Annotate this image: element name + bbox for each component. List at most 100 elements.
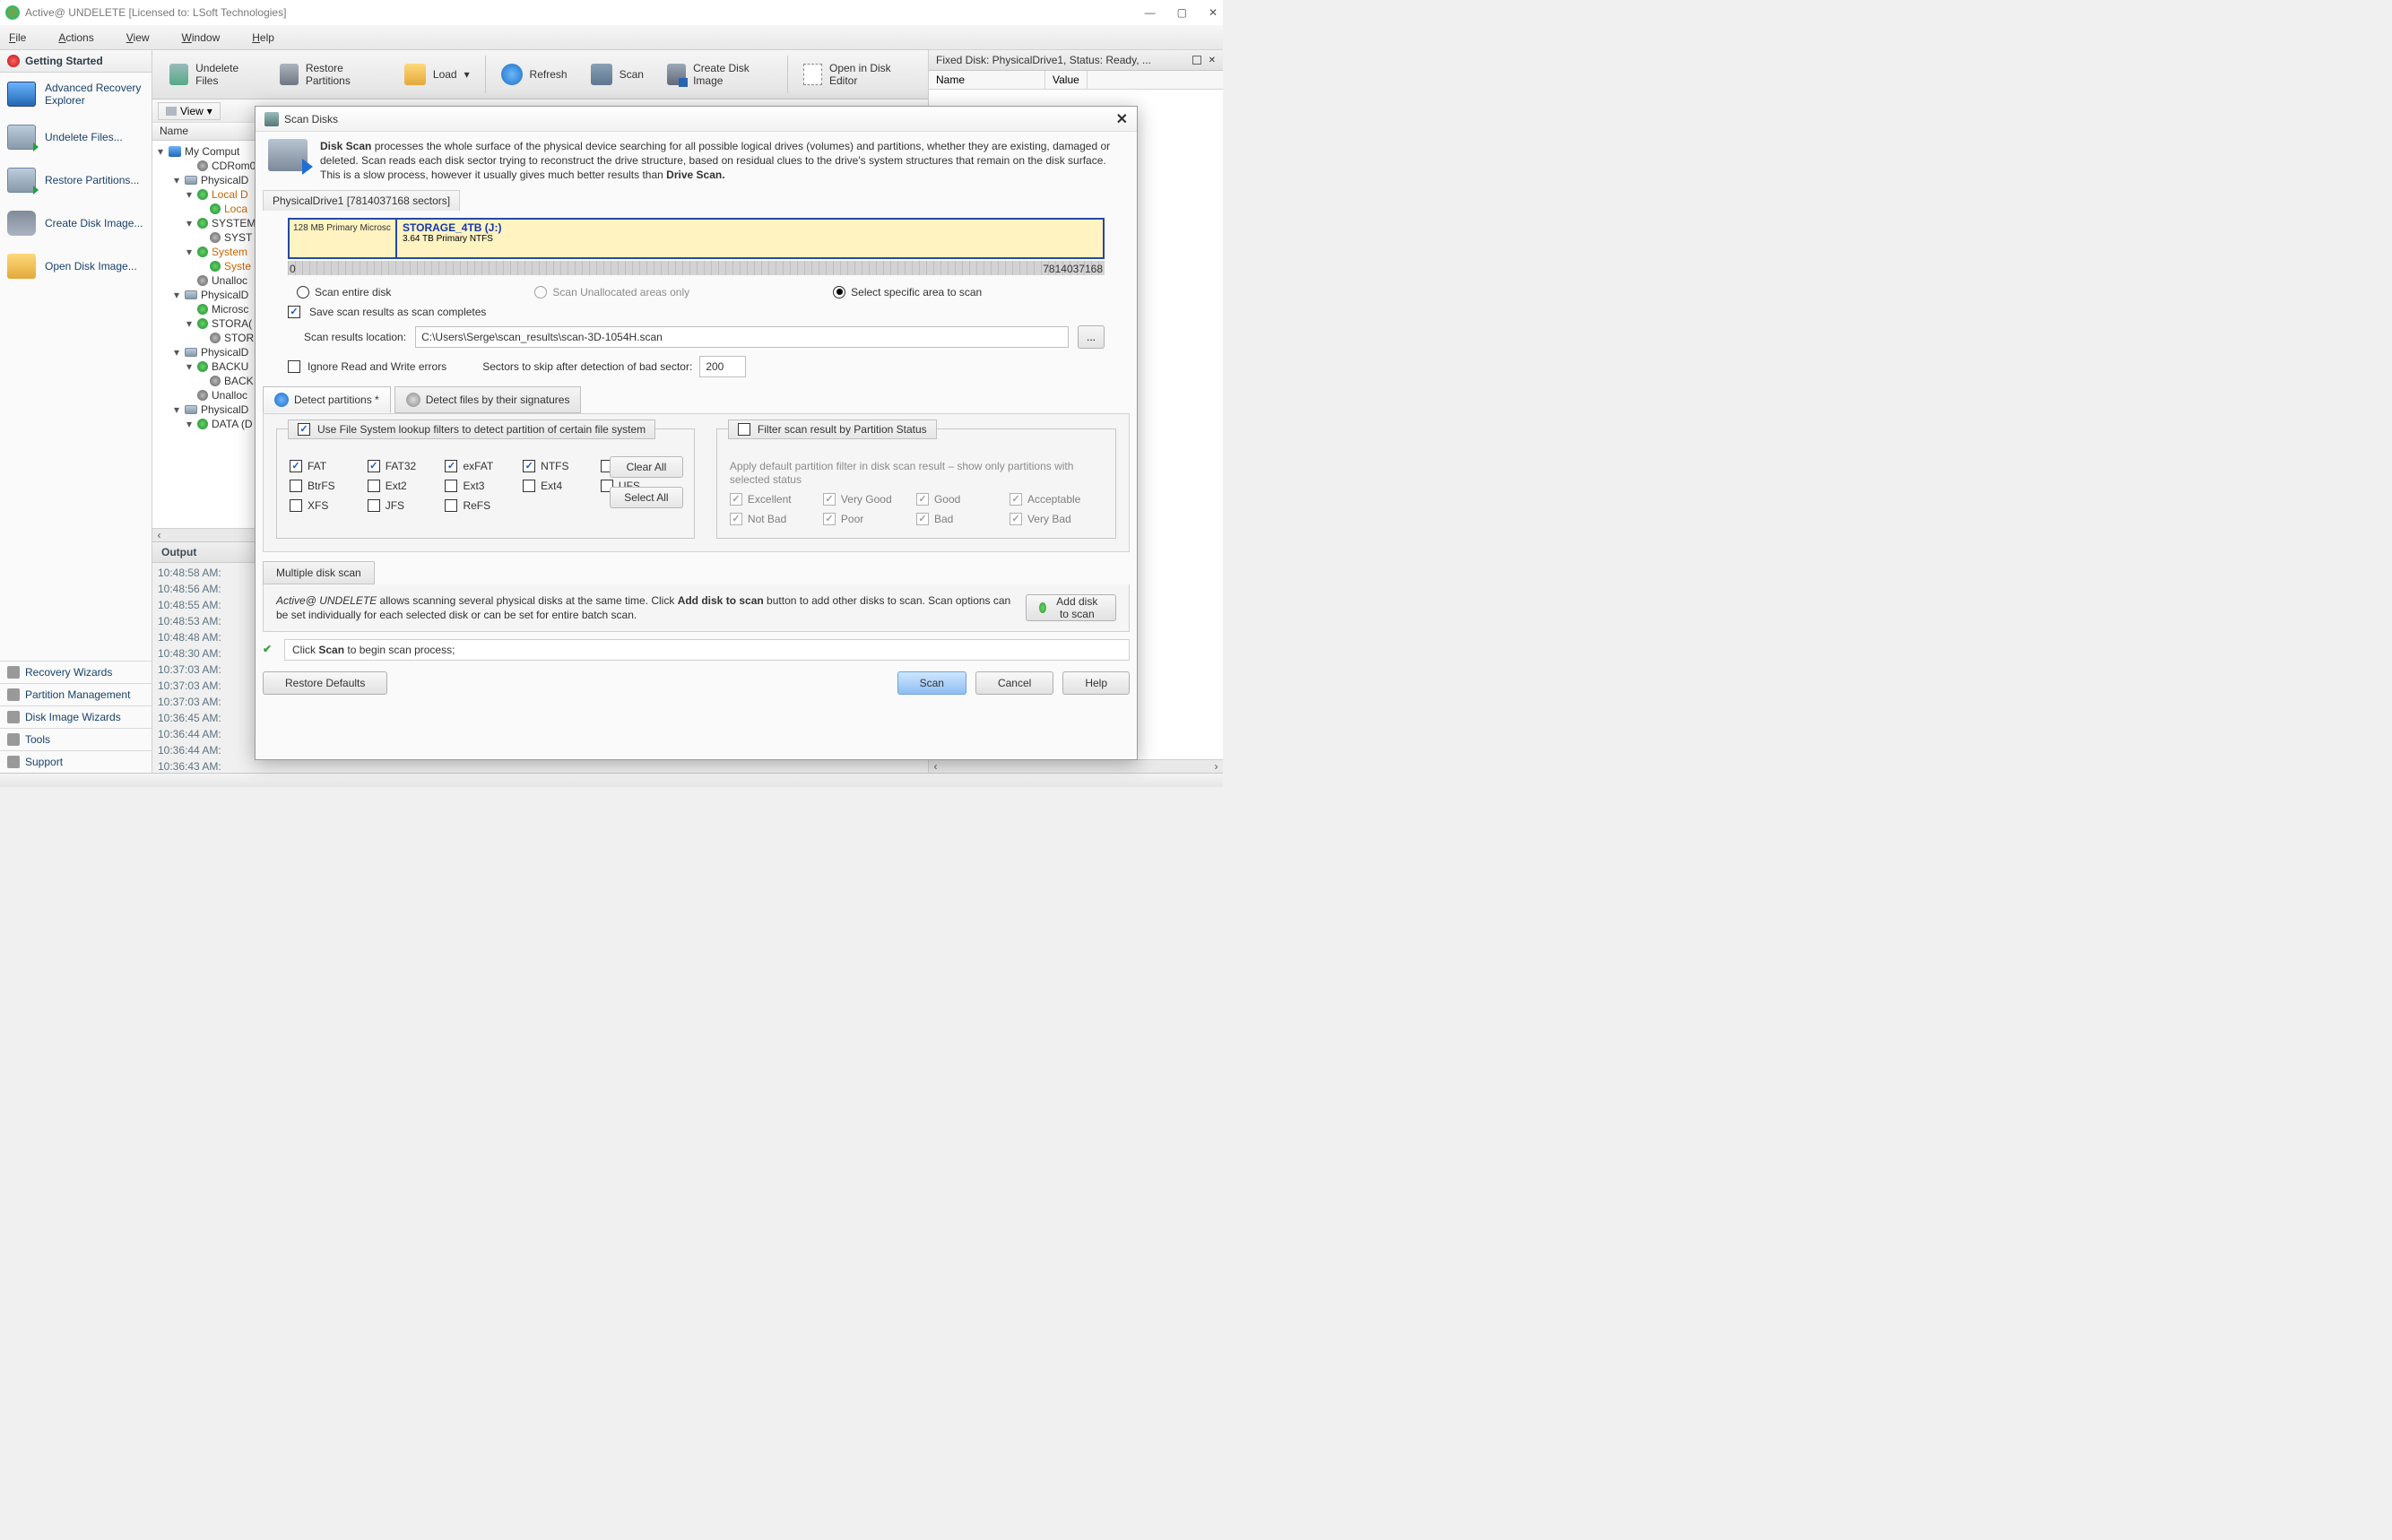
checkbox-filter-status[interactable] bbox=[738, 423, 750, 436]
checkbox-xfs[interactable] bbox=[290, 499, 302, 512]
help-button[interactable]: Help bbox=[1062, 671, 1130, 695]
wizard-icon bbox=[7, 666, 20, 679]
checkbox-ext4[interactable] bbox=[523, 480, 535, 492]
status-label: Very Good bbox=[841, 493, 892, 506]
clear-all-button[interactable]: Clear All bbox=[610, 456, 683, 478]
undelete-icon bbox=[169, 64, 188, 85]
checkbox-exfat[interactable] bbox=[445, 460, 457, 472]
drive-icon bbox=[7, 168, 36, 193]
ruler-start: 0 bbox=[290, 263, 296, 275]
sidebar-bottom-recovery-wizards[interactable]: Recovery Wizards bbox=[0, 661, 152, 683]
fs-label: FAT32 bbox=[386, 460, 416, 472]
checkbox-acceptable bbox=[1010, 493, 1022, 506]
radio-label: Scan entire disk bbox=[315, 286, 391, 298]
checkbox-fat32[interactable] bbox=[368, 460, 380, 472]
add-disk-button[interactable]: Add disk to scan bbox=[1026, 594, 1116, 621]
view-label: View bbox=[180, 105, 204, 117]
view-dropdown[interactable]: View▾ bbox=[158, 102, 221, 120]
sidebar-bottom-label: Recovery Wizards bbox=[25, 666, 112, 679]
sectors-skip-input[interactable] bbox=[699, 356, 746, 377]
sidebar-item-undelete-files[interactable]: Undelete Files... bbox=[0, 116, 152, 159]
filesystem-fieldset: Use File System lookup filters to detect… bbox=[276, 428, 695, 539]
fieldset-legend: Filter scan result by Partition Status bbox=[758, 423, 927, 436]
partition-1[interactable]: 128 MB Primary Microsc bbox=[290, 220, 397, 257]
app-icon bbox=[5, 5, 20, 20]
checkbox-save-results[interactable] bbox=[288, 306, 300, 318]
checkbox-very-good bbox=[823, 493, 836, 506]
radio-scan-entire[interactable]: Scan entire disk bbox=[297, 286, 391, 298]
toolbar-open-disk-editor[interactable]: Open in Disk Editor bbox=[792, 56, 923, 93]
fs-label: Ext3 bbox=[463, 480, 484, 492]
dialog-close-button[interactable]: ✕ bbox=[1116, 110, 1128, 128]
browse-button[interactable]: ... bbox=[1078, 325, 1105, 349]
select-all-button[interactable]: Select All bbox=[610, 487, 683, 508]
sidebar-bottom-tools[interactable]: Tools bbox=[0, 728, 152, 750]
sidebar-bottom-disk-image-wizards[interactable]: Disk Image Wizards bbox=[0, 705, 152, 728]
menu-file[interactable]: File bbox=[9, 31, 26, 44]
partition-icon bbox=[7, 688, 20, 701]
panel-close-icon[interactable]: ✕ bbox=[1209, 56, 1216, 65]
checkbox-jfs[interactable] bbox=[368, 499, 380, 512]
radio-label: Select specific area to scan bbox=[851, 286, 982, 298]
disk-tab[interactable]: PhysicalDrive1 [7814037168 sectors] bbox=[263, 190, 460, 211]
checkbox-refs[interactable] bbox=[445, 499, 457, 512]
dialog-titlebar[interactable]: Scan Disks ✕ bbox=[256, 107, 1137, 132]
sidebar-item-restore-partitions[interactable]: Restore Partitions... bbox=[0, 159, 152, 202]
restore-defaults-button[interactable]: Restore Defaults bbox=[263, 671, 387, 695]
toolbar-load[interactable]: Load▾ bbox=[393, 56, 481, 93]
checkbox-ignore-errors[interactable] bbox=[288, 360, 300, 373]
partition-2[interactable]: STORAGE_4TB (J:)3.64 TB Primary NTFS bbox=[397, 220, 1103, 257]
properties-title: Fixed Disk: PhysicalDrive1, Status: Read… bbox=[936, 54, 1151, 66]
maximize-button[interactable]: ▢ bbox=[1177, 6, 1187, 19]
checkbox-ntfs[interactable] bbox=[523, 460, 535, 472]
toolbar-create-disk-image[interactable]: Create Disk Image bbox=[655, 56, 784, 93]
properties-horizontal-scrollbar[interactable]: ‹› bbox=[929, 759, 1223, 773]
minimize-button[interactable]: — bbox=[1145, 6, 1156, 19]
fs-label: JFS bbox=[386, 499, 404, 512]
disk-wizard-icon bbox=[7, 711, 20, 723]
radio-label: Scan Unallocated areas only bbox=[552, 286, 689, 298]
sidebar-item-advanced-recovery[interactable]: Advanced Recovery Explorer bbox=[0, 73, 152, 116]
toolbar-undelete-files[interactable]: Undelete Files bbox=[158, 56, 268, 93]
cancel-button[interactable]: Cancel bbox=[975, 671, 1053, 695]
sidebar-bottom-label: Disk Image Wizards bbox=[25, 711, 121, 723]
menu-window[interactable]: Window bbox=[182, 31, 221, 44]
col-value[interactable]: Value bbox=[1045, 71, 1088, 89]
sidebar-bottom-support[interactable]: Support bbox=[0, 750, 152, 773]
checkbox-ext3[interactable] bbox=[445, 480, 457, 492]
editor-icon bbox=[803, 64, 822, 85]
sidebar-left: Getting Started Advanced Recovery Explor… bbox=[0, 50, 152, 773]
checkbox-ext2[interactable] bbox=[368, 480, 380, 492]
dropdown-arrow-icon: ▾ bbox=[464, 68, 470, 81]
add-icon bbox=[1039, 602, 1046, 613]
checkbox-use-fs-filters[interactable] bbox=[298, 423, 310, 436]
sidebar-bottom-partition-management[interactable]: Partition Management bbox=[0, 683, 152, 705]
sidebar-bottom-label: Tools bbox=[25, 733, 50, 746]
toolbar-scan[interactable]: Scan bbox=[579, 56, 655, 93]
close-button[interactable]: ✕ bbox=[1209, 6, 1218, 19]
panel-restore-icon[interactable] bbox=[1192, 56, 1201, 65]
toolbar-refresh[interactable]: Refresh bbox=[490, 56, 579, 93]
tab-label: Detect partitions * bbox=[294, 394, 379, 406]
checkbox-btrfs[interactable] bbox=[290, 480, 302, 492]
checkbox-bad bbox=[916, 513, 929, 525]
scan-button[interactable]: Scan bbox=[897, 671, 966, 695]
tab-detect-partitions[interactable]: Detect partitions * bbox=[263, 386, 391, 413]
sidebar-bottom-label: Partition Management bbox=[25, 688, 130, 701]
disk-map[interactable]: 128 MB Primary Microsc STORAGE_4TB (J:)3… bbox=[288, 218, 1105, 259]
radio-scan-specific[interactable]: Select specific area to scan bbox=[833, 286, 982, 298]
sidebar-item-create-disk-image[interactable]: Create Disk Image... bbox=[0, 202, 152, 245]
toolbar-restore-partitions[interactable]: Restore Partitions bbox=[268, 56, 393, 93]
sidebar-item-open-disk-image[interactable]: Open Disk Image... bbox=[0, 245, 152, 288]
scan-results-location-input[interactable] bbox=[415, 326, 1069, 348]
sector-ruler[interactable]: 07814037168 bbox=[288, 261, 1105, 275]
tab-detect-signatures[interactable]: Detect files by their signatures bbox=[394, 386, 582, 413]
scan-disks-icon bbox=[264, 112, 279, 126]
col-name[interactable]: Name bbox=[929, 71, 1045, 89]
sidebar-item-label: Advanced Recovery Explorer bbox=[45, 82, 144, 107]
checkbox-fat[interactable] bbox=[290, 460, 302, 472]
menu-actions[interactable]: Actions bbox=[58, 31, 93, 44]
menu-view[interactable]: View bbox=[126, 31, 150, 44]
sidebar-header[interactable]: Getting Started bbox=[0, 50, 152, 73]
menu-help[interactable]: Help bbox=[252, 31, 274, 44]
